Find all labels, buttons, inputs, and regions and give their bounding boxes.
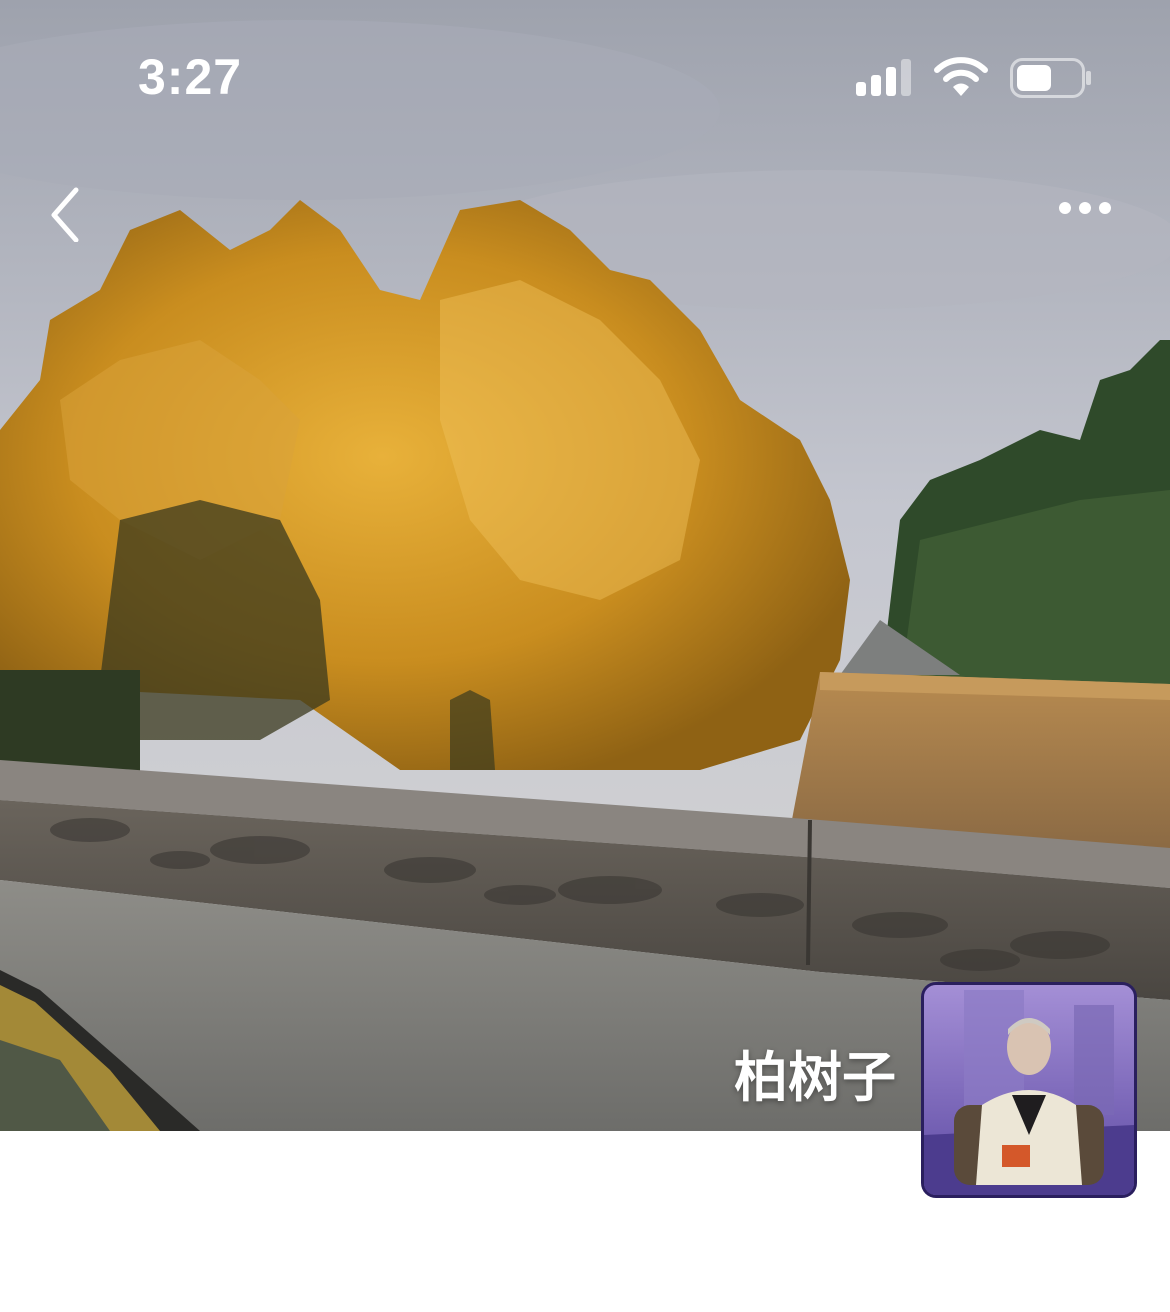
battery-icon [1010,58,1092,98]
more-button[interactable] [1050,188,1120,228]
top-navigation [0,170,1170,250]
status-bar: 3:27 [0,0,1170,150]
avatar[interactable] [924,985,1134,1195]
chevron-left-icon [51,187,79,243]
back-button[interactable] [40,178,100,243]
wifi-icon [934,56,988,98]
profile-name[interactable]: 柏树子 [700,1033,896,1112]
more-horizontal-icon [1059,202,1111,214]
status-time: 3:27 [138,49,243,105]
cellular-signal-icon [856,58,914,96]
